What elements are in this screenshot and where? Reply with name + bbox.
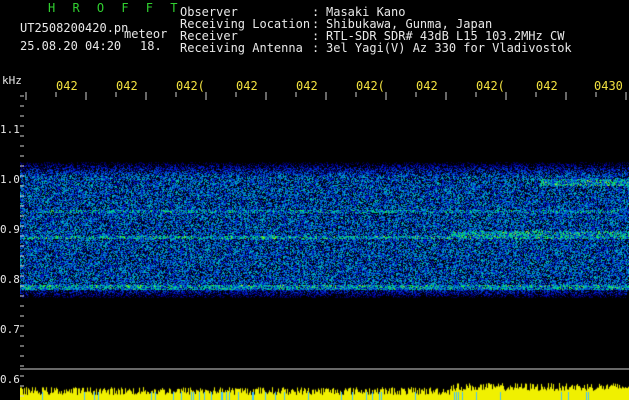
- y-tick-label: 0.8: [0, 273, 20, 286]
- axis-tick-marks: [20, 92, 629, 397]
- time-tick-label: 042: [116, 79, 138, 93]
- time-tick-label: 0430: [594, 79, 623, 93]
- meta-label-antenna: Receiving Antenna: [180, 41, 303, 55]
- y-tick-label: 0.6: [0, 373, 20, 386]
- time-tick-label: 042: [416, 79, 438, 93]
- y-axis-unit: kHz: [2, 74, 22, 87]
- filename-label: UT2508200420.pn: [20, 21, 129, 35]
- spectrogram-axes: [20, 92, 629, 397]
- y-tick-label: 1.1: [0, 123, 20, 136]
- time-tick-label: 042: [236, 79, 258, 93]
- time-tick-label: 042: [536, 79, 558, 93]
- datetime-label: 25.08.20 04:20: [20, 39, 122, 53]
- time-tick-label: 042: [56, 79, 78, 93]
- y-tick-label: 1.0: [0, 173, 20, 186]
- y-tick-label: 0.9: [0, 223, 20, 236]
- brand-title: H R O F F T: [48, 1, 183, 15]
- time-tick-label: 042(: [356, 79, 385, 93]
- time-tick-label: 042: [296, 79, 318, 93]
- meta-value-antenna: 3el Yagi(V) Az 330 for Vladivostok: [326, 41, 572, 55]
- count-label: 18.: [140, 39, 162, 53]
- time-tick-label: 042(: [176, 79, 205, 93]
- y-tick-label: 0.7: [0, 323, 20, 336]
- meta-separator: :: [312, 41, 320, 55]
- time-tick-label: 042(: [476, 79, 505, 93]
